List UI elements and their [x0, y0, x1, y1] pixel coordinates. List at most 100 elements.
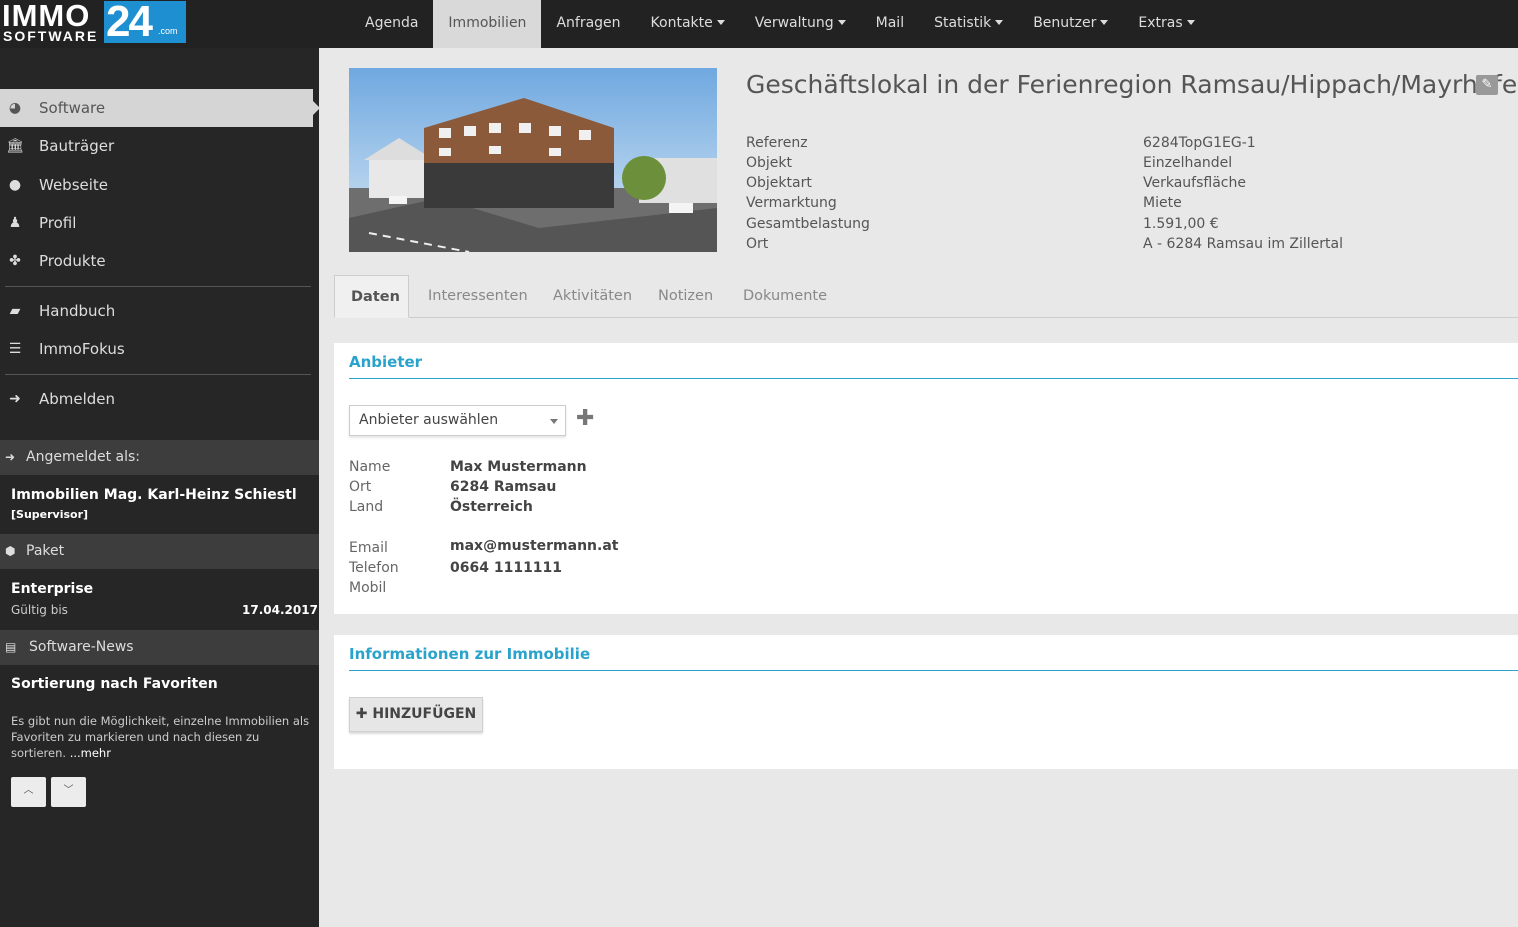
dashboard-icon: ◕ — [8, 100, 22, 116]
field-value: Max Mustermann — [450, 459, 587, 475]
nav-label: Mail — [875, 15, 905, 31]
tab-label: Dokumente — [743, 288, 828, 304]
nav-benutzer[interactable]: Benutzer — [1018, 0, 1123, 48]
nav-statistik[interactable]: Statistik — [919, 0, 1018, 48]
main-nav: Agenda Immobilien Anfragen Kontakte Verw… — [350, 0, 1210, 48]
sidebar-item-label: Produkte — [39, 252, 106, 270]
tab-dokumente[interactable]: Dokumente — [727, 275, 843, 318]
fact-label: Vermarktung — [746, 195, 837, 211]
nav-label: Verwaltung — [754, 15, 834, 31]
sidebar-item-label: ImmoFokus — [39, 340, 125, 358]
field-value: 6284 Ramsau — [450, 479, 557, 495]
news-text: Es gibt nun die Möglichkeit, einzelne Im… — [11, 713, 311, 761]
sidebar-item-profil[interactable]: ♟ Profil — [0, 204, 319, 242]
field-value[interactable]: max@mustermann.at — [450, 538, 618, 554]
top-bar: IMMO SOFTWARE 24 .com Agenda Immobilien … — [0, 0, 1518, 48]
sidebar-item-bautraeger[interactable]: 🏛︎ Bauträger — [0, 127, 319, 165]
fact-label: Referenz — [746, 135, 808, 151]
tab-aktivitaeten[interactable]: Aktivitäten — [537, 275, 648, 318]
sidebar: ◕ Software 🏛︎ Bauträger ● Webseite ♟ Pro… — [0, 48, 320, 927]
package-header: ⬢ Paket — [0, 534, 319, 569]
field-label: Telefon — [349, 560, 399, 576]
fact-label: Gesamtbelastung — [746, 216, 870, 232]
chevron-up-icon: ︿ — [23, 785, 34, 796]
nav-immobilien[interactable]: Immobilien — [433, 0, 542, 48]
user-name: Immobilien Mag. Karl-Heinz Schiestl — [11, 487, 297, 503]
news-more-link[interactable]: ...mehr — [70, 746, 111, 760]
news-body: Es gibt nun die Möglichkeit, einzelne Im… — [11, 714, 310, 760]
section-rule — [349, 670, 1518, 671]
property-photo[interactable] — [349, 68, 717, 252]
bank-icon: 🏛︎ — [6, 138, 24, 154]
newspaper-icon: ▤ — [5, 640, 17, 654]
field-label: Mobil — [349, 580, 387, 596]
sidebar-item-handbuch[interactable]: ▰ Handbuch — [0, 292, 319, 330]
nav-label: Extras — [1138, 15, 1183, 31]
plus-icon: ✚ — [576, 406, 595, 431]
nav-label: Kontakte — [650, 15, 713, 31]
caret-down-icon — [1100, 20, 1109, 25]
news-prev-button[interactable]: ︿ — [11, 777, 46, 807]
fact-label: Objektart — [746, 175, 812, 191]
nav-label: Agenda — [365, 15, 419, 31]
nav-label: Benutzer — [1033, 15, 1097, 31]
anbieter-title: Anbieter — [349, 353, 423, 371]
news-header: ▤ Software-News — [0, 630, 319, 665]
property-image — [349, 68, 717, 252]
nav-mail[interactable]: Mail — [861, 0, 919, 48]
fact-value: 6284TopG1EG-1 — [1143, 135, 1256, 151]
sidebar-item-label: Bauträger — [39, 137, 115, 155]
fact-value: 1.591,00 € — [1143, 216, 1219, 232]
caret-down-icon — [550, 419, 558, 424]
button-label: HINZUFÜGEN — [372, 706, 477, 722]
nav-agenda[interactable]: Agenda — [350, 0, 433, 48]
tab-interessenten[interactable]: Interessenten — [412, 275, 544, 318]
plus-icon: ✚ — [355, 706, 368, 722]
sidebar-item-immofokus[interactable]: ☰ ImmoFokus — [0, 330, 319, 368]
panel-title: Paket — [26, 543, 65, 559]
fact-label: Objekt — [746, 155, 793, 171]
field-label: Email — [349, 540, 388, 556]
nav-verwaltung[interactable]: Verwaltung — [740, 0, 861, 48]
field-value: Österreich — [450, 499, 533, 515]
sidebar-item-label: Profil — [39, 214, 77, 232]
user-role: [Supervisor] — [11, 508, 89, 521]
user-icon: ♟ — [8, 215, 22, 231]
nav-extras[interactable]: Extras — [1123, 0, 1209, 48]
add-anbieter-button[interactable]: ✚ — [576, 408, 594, 430]
sidebar-item-label: Abmelden — [39, 390, 116, 408]
nav-label: Statistik — [934, 15, 992, 31]
sidebar-item-software[interactable]: ◕ Software — [0, 89, 320, 127]
tab-label: Notizen — [658, 288, 714, 304]
anbieter-select[interactable]: Anbieter auswählen — [349, 405, 566, 436]
tab-daten[interactable]: Daten — [334, 275, 409, 318]
caret-down-icon — [995, 20, 1004, 25]
info-card: Informationen zur Immobilie — [334, 635, 1518, 769]
fact-label: Ort — [746, 236, 769, 252]
nav-kontakte[interactable]: Kontakte — [636, 0, 740, 48]
nav-label: Immobilien — [448, 15, 527, 31]
list-icon: ☰ — [8, 341, 22, 357]
sidebar-divider — [5, 286, 311, 287]
sidebar-item-webseite[interactable]: ● Webseite — [0, 166, 319, 204]
panel-title: Software-News — [29, 639, 134, 655]
news-next-button[interactable]: ﹀ — [51, 777, 86, 807]
logged-in-header: ➜ Angemeldet als: — [0, 440, 319, 475]
field-label: Name — [349, 459, 391, 475]
tab-notizen[interactable]: Notizen — [642, 275, 729, 318]
sign-out-icon: ➜ — [9, 391, 21, 407]
app-logo[interactable]: IMMO SOFTWARE 24 .com — [0, 0, 190, 48]
panel-title: Angemeldet als: — [26, 449, 141, 465]
nav-anfragen[interactable]: Anfragen — [541, 0, 635, 48]
logo-number: 24 — [104, 0, 186, 44]
sidebar-item-abmelden[interactable]: ➜ Abmelden — [0, 380, 319, 418]
sign-in-icon: ➜ — [5, 450, 16, 464]
edit-icon[interactable]: ✎ — [1476, 75, 1498, 95]
sidebar-divider — [5, 374, 311, 375]
news-title: Sortierung nach Favoriten — [11, 676, 218, 692]
logo-text-software: SOFTWARE — [3, 28, 99, 44]
add-info-button[interactable]: ✚ HINZUFÜGEN — [349, 697, 483, 732]
sidebar-item-produkte[interactable]: ✤ Produkte — [0, 242, 319, 280]
tab-label: Daten — [351, 289, 400, 305]
fact-value: A - 6284 Ramsau im Zillertal — [1143, 236, 1344, 252]
